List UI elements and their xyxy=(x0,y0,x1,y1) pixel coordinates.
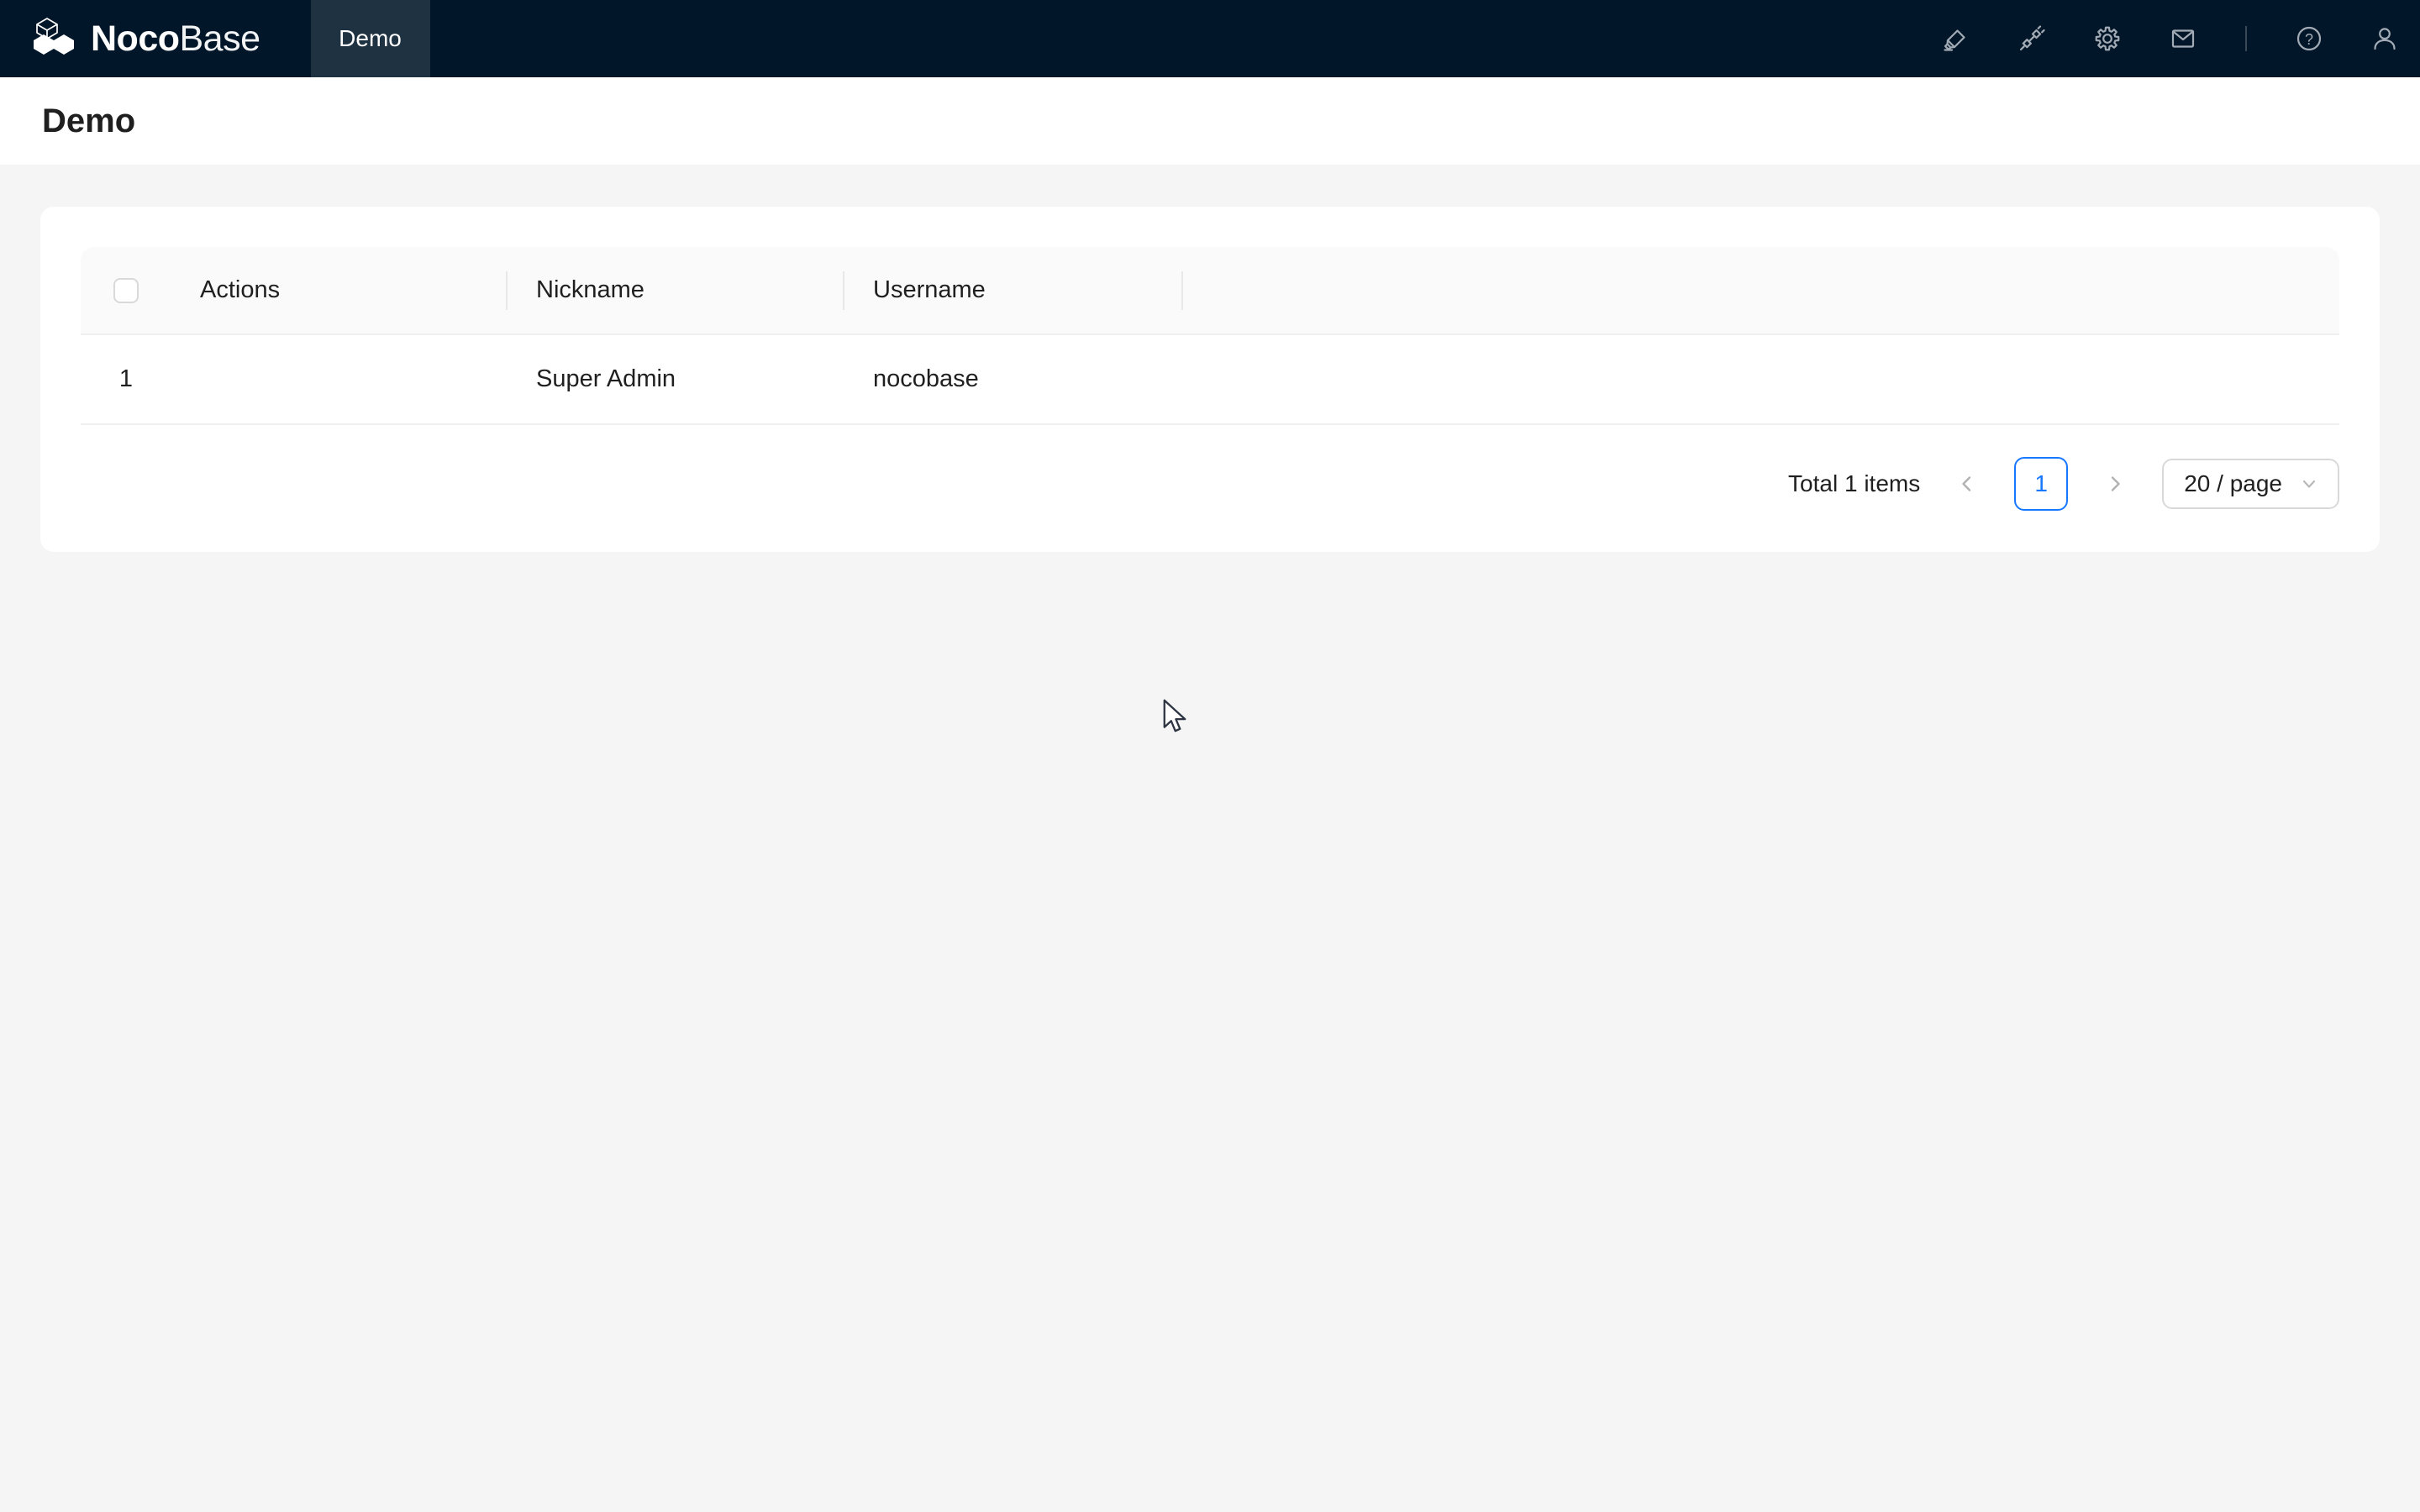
nocobase-logo[interactable]: NocoBase xyxy=(0,0,260,77)
plugin-icon[interactable] xyxy=(2018,25,2045,52)
row-nickname-cell: Super Admin xyxy=(508,334,844,425)
tab-demo-label: Demo xyxy=(339,25,402,51)
table-header-row: Actions Nickname Username xyxy=(81,247,2339,335)
nocobase-logo-icon xyxy=(34,18,74,55)
pagination-total: Total 1 items xyxy=(1788,470,1921,496)
tab-demo[interactable]: Demo xyxy=(310,0,430,77)
column-header-filler xyxy=(1183,247,2339,335)
top-navbar: NocoBase Demo ? xyxy=(0,0,2420,77)
row-actions-cell xyxy=(171,334,508,425)
chevron-down-icon xyxy=(2302,480,2316,488)
nocobase-wordmark: NocoBase xyxy=(91,18,260,59)
page-title: Demo xyxy=(42,102,136,139)
row-filler-cell xyxy=(1183,334,2339,425)
settings-icon[interactable] xyxy=(2094,25,2121,52)
row-username-cell: nocobase xyxy=(844,334,1183,425)
page-1-button[interactable]: 1 xyxy=(2014,457,2069,511)
select-all-checkbox[interactable] xyxy=(113,278,139,304)
svg-text:?: ? xyxy=(2305,31,2313,48)
page-size-value: 20 / page xyxy=(2184,470,2282,496)
page-header: Demo xyxy=(0,77,2420,165)
next-page-button[interactable] xyxy=(2091,457,2139,511)
highlight-icon[interactable] xyxy=(1943,25,1970,52)
pagination: Total 1 items 1 20 / page xyxy=(81,457,2339,511)
navbar-actions: ? xyxy=(1943,0,2420,77)
mouse-cursor xyxy=(1163,699,1186,732)
table-block-card: Actions Nickname Username 1 Super Admin … xyxy=(40,207,2380,552)
users-table: Actions Nickname Username 1 Super Admin … xyxy=(81,247,2339,425)
prev-page-button[interactable] xyxy=(1944,457,1991,511)
help-icon[interactable]: ? xyxy=(2296,25,2323,52)
page-content: Actions Nickname Username 1 Super Admin … xyxy=(0,165,2420,552)
navbar-spacer xyxy=(430,0,1943,77)
table-row[interactable]: 1 Super Admin nocobase xyxy=(81,334,2339,425)
column-header-actions: Actions xyxy=(171,247,508,335)
page-size-select[interactable]: 20 / page xyxy=(2162,459,2339,509)
navbar-divider xyxy=(2245,26,2247,51)
column-header-username: Username xyxy=(844,247,1183,335)
chevron-left-icon xyxy=(1962,476,1971,491)
row-index-cell: 1 xyxy=(81,334,171,425)
user-icon[interactable] xyxy=(2371,25,2398,52)
chevron-right-icon xyxy=(2112,476,2120,491)
column-header-nickname: Nickname xyxy=(508,247,844,335)
mail-icon[interactable] xyxy=(2170,25,2196,52)
select-all-cell xyxy=(81,247,171,335)
